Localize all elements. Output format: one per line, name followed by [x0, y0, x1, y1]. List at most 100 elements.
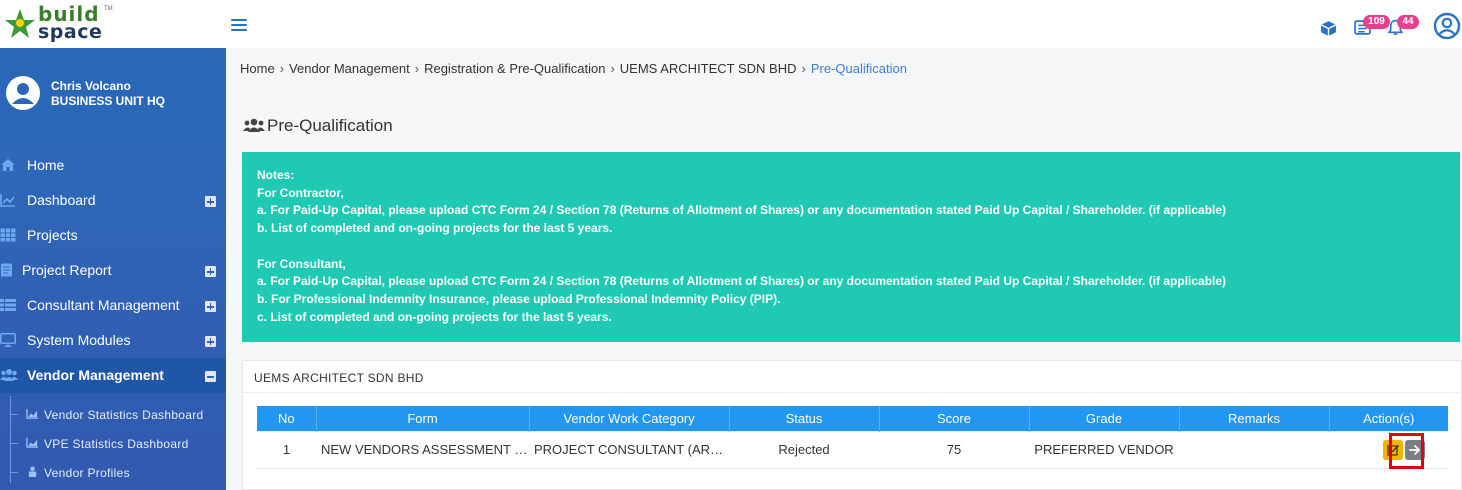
chart-area-icon — [26, 408, 38, 419]
breadcrumb-current: Pre-Qualification — [810, 61, 907, 76]
column-header-category[interactable]: Vendor Work Category — [529, 406, 730, 431]
expand-plus-icon[interactable] — [205, 266, 216, 277]
sidebar-item-label: Vendor Management — [27, 367, 164, 383]
chart-line-icon — [0, 194, 15, 207]
sidebar-item-label: Projects — [27, 227, 78, 243]
notifications-button[interactable]: 44 — [1387, 15, 1419, 37]
sidebar-item-vendor-management[interactable]: Vendor Management — [0, 358, 226, 393]
sidebar-subitem-vendor-profiles[interactable]: Vendor Profiles — [0, 454, 226, 487]
column-header-score[interactable]: Score — [879, 406, 1030, 431]
top-bar: build space TM 109 44 — [0, 0, 1462, 48]
tree-line — [10, 425, 11, 454]
notes-line: a. For Paid-Up Capital, please upload CT… — [257, 274, 1227, 289]
sidebar-item-projects[interactable]: Projects — [0, 218, 226, 253]
expand-plus-icon[interactable] — [205, 301, 216, 312]
breadcrumb-separator: › — [414, 61, 420, 76]
column-header-no[interactable]: No — [257, 406, 317, 431]
breadcrumb-registration[interactable]: Registration & Pre-Qualification — [424, 61, 605, 76]
tree-line — [10, 443, 18, 444]
sidebar-subitem-label: Vendor Profiles — [44, 466, 130, 480]
monitor-icon — [0, 333, 16, 347]
sidebar-subitem-vpe-statistics[interactable]: VPE Statistics Dashboard — [0, 425, 226, 458]
chart-area-icon — [26, 437, 38, 448]
sidebar-item-label: Home — [27, 157, 65, 173]
sidebar-item-system-modules[interactable]: System Modules — [0, 323, 226, 358]
notes-line: For Consultant, — [257, 256, 346, 271]
sidebar-item-label: Consultant Management — [27, 297, 180, 313]
tree-line — [10, 454, 11, 483]
logo-text-space: space — [38, 21, 103, 43]
logo-trademark: TM — [104, 6, 113, 12]
sidebar-item-consultant-management[interactable]: Consultant Management — [0, 288, 226, 323]
report-icon — [1, 263, 12, 277]
page-title: Pre-Qualification — [243, 116, 393, 136]
sidebar-subitem-vendor-statistics[interactable]: Vendor Statistics Dashboard — [0, 396, 226, 429]
column-header-form[interactable]: Form — [316, 406, 530, 431]
task-list-button[interactable]: 109 — [1354, 15, 1390, 37]
cell-grade: PREFERRED VENDOR — [1029, 430, 1179, 469]
cell-form: NEW VENDORS ASSESSMENT FO... — [316, 430, 529, 469]
notes-panel: Notes: For Contractor, a. For Paid-Up Ca… — [242, 152, 1460, 342]
highlight-box — [1389, 433, 1424, 469]
column-header-remarks[interactable]: Remarks — [1179, 406, 1330, 431]
cell-remarks — [1179, 430, 1329, 469]
breadcrumb: Home › Vendor Management › Registration & Pr… — [240, 61, 907, 76]
users-icon — [243, 118, 265, 132]
sidebar-item-home[interactable]: Home — [0, 148, 226, 183]
cell-score: 75 — [879, 430, 1029, 469]
sidebar-subitem-label: Vendor Statistics Dashboard — [44, 408, 204, 422]
buildspace-logo[interactable]: build space TM — [4, 4, 114, 43]
cell-status: Rejected — [729, 430, 879, 469]
cell-no: 1 — [257, 430, 316, 469]
user-avatar-icon — [12, 83, 34, 104]
tree-line — [10, 472, 18, 473]
table-header-row: No Form Vendor Work Category Status Scor… — [257, 406, 1448, 431]
tree-line — [10, 396, 11, 425]
breadcrumb-separator: › — [801, 61, 806, 76]
list-icon — [0, 299, 16, 311]
vendor-card: UEMS ARCHITECT SDN BHD No Form Vendor Wo… — [242, 360, 1462, 490]
notes-line: Notes: — [257, 168, 295, 182]
home-icon — [1, 159, 15, 171]
column-header-grade[interactable]: Grade — [1029, 406, 1180, 431]
column-header-status[interactable]: Status — [729, 406, 880, 431]
notes-line — [257, 238, 1460, 256]
expand-plus-icon[interactable] — [205, 196, 216, 207]
sidebar-item-label: Project Report — [22, 262, 112, 278]
page-title-text: Pre-Qualification — [267, 116, 393, 135]
prequalification-table: No Form Vendor Work Category Status Scor… — [257, 406, 1448, 469]
sidebar-item-dashboard[interactable]: Dashboard — [0, 183, 226, 218]
breadcrumb-separator: › — [279, 61, 285, 76]
user-business-unit: BUSINESS UNIT HQ — [51, 94, 166, 108]
user-name: Chris Volcano — [51, 79, 131, 93]
notes-line: a. For Paid-Up Capital, please upload CT… — [257, 203, 1227, 218]
collapse-minus-icon[interactable] — [205, 371, 216, 382]
breadcrumb-home[interactable]: Home — [240, 61, 275, 76]
logo-star-icon — [5, 9, 35, 38]
avatar[interactable] — [6, 76, 40, 110]
cell-category: PROJECT CONSULTANT (ARCH... — [529, 430, 729, 469]
notes-line: c. List of completed and on-going projec… — [257, 309, 612, 324]
user-panel: Chris Volcano BUSINESS UNIT HQ — [0, 48, 226, 140]
card-divider — [243, 392, 1462, 393]
tree-line — [10, 414, 18, 415]
notes-line: b. List of completed and on-going projec… — [257, 221, 613, 236]
sidebar-subitem-label: VPE Statistics Dashboard — [44, 437, 189, 451]
sidebar-item-label: Dashboard — [27, 192, 96, 208]
notification-count-badge: 44 — [1397, 15, 1419, 29]
task-count-badge: 109 — [1363, 15, 1390, 29]
sidebar-item-project-report[interactable]: Project Report — [0, 253, 226, 288]
breadcrumb-separator: › — [610, 61, 615, 76]
table-icon — [0, 228, 16, 242]
breadcrumb-vendor-management[interactable]: Vendor Management — [289, 61, 410, 76]
user-account-icon[interactable] — [1433, 12, 1461, 40]
building-icon — [28, 466, 37, 477]
expand-plus-icon[interactable] — [205, 336, 216, 347]
menu-toggle-icon[interactable] — [231, 19, 247, 33]
users-icon — [0, 369, 18, 381]
breadcrumb-vendor[interactable]: UEMS ARCHITECT SDN BHD — [620, 61, 797, 76]
sidebar: Chris Volcano BUSINESS UNIT HQ Home Dash… — [0, 48, 226, 490]
table-row: 1 NEW VENDORS ASSESSMENT FO... PROJECT C… — [257, 430, 1448, 469]
cube-icon[interactable] — [1320, 20, 1337, 37]
sidebar-item-label: System Modules — [27, 332, 131, 348]
